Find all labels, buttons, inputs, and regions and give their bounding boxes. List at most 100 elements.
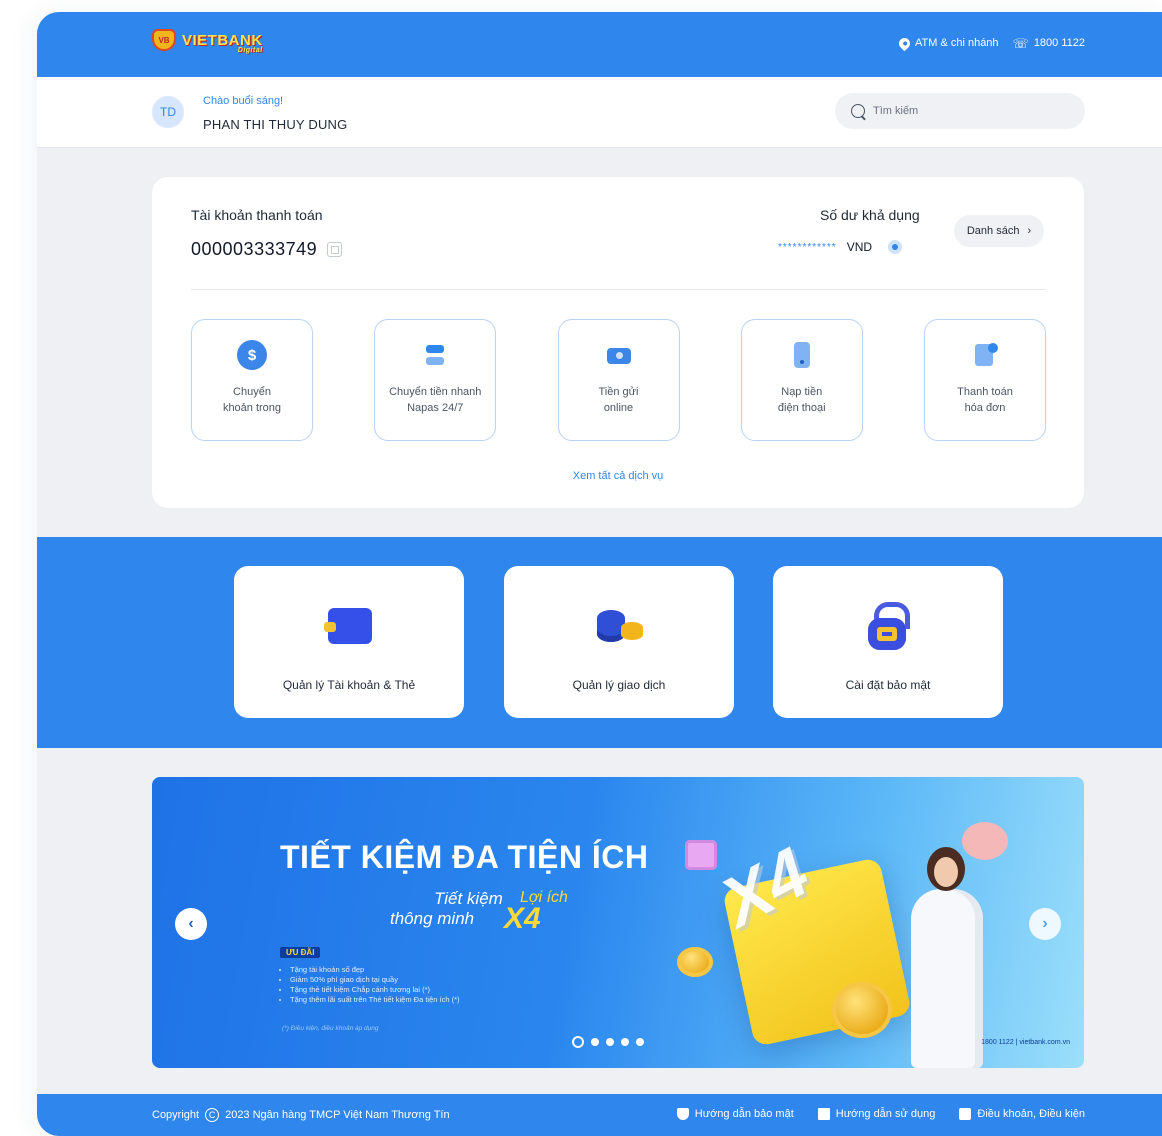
phone-icon: ☏	[1012, 35, 1029, 51]
terms-link[interactable]: Điều khoản, Điều kiện	[959, 1108, 1085, 1120]
shield-icon	[676, 1108, 689, 1120]
coin-icon	[677, 947, 713, 977]
quick-actions-band: Quản lý Tài khoản & Thẻ Quản lý giao dịc…	[37, 537, 1162, 748]
quick-action-label: Quản lý giao dịch	[572, 678, 666, 692]
fast-transfer-icon	[420, 340, 450, 370]
offer-item: Tặng thêm lãi suất trên Thẻ tiết kiệm Đa…	[290, 995, 460, 1005]
deposit-icon	[604, 340, 634, 370]
see-all-services-link[interactable]: Xem tất cả dịch vụ	[152, 470, 1084, 482]
book-icon	[817, 1108, 830, 1120]
copyright-icon: C	[205, 1108, 220, 1122]
carousel-next-button[interactable]: ›	[1029, 908, 1061, 940]
service-napas-transfer[interactable]: Chuyển tiền nhanh Napas 24/7	[374, 319, 497, 441]
atm-branch-link[interactable]: ATM & chi nhánh	[896, 35, 999, 51]
service-bill-payment[interactable]: Thanh toán hóa đơn	[924, 319, 1046, 441]
quick-action-transactions[interactable]: Quản lý giao dịch	[504, 566, 734, 718]
banner-subtitle-1: Tiết kiệm	[434, 889, 503, 908]
carousel-dots	[572, 1036, 644, 1048]
security-guide-label: Hướng dẫn bảo mật	[694, 1108, 794, 1120]
banner-subtitle-2: thông minh	[390, 909, 475, 928]
account-list-button[interactable]: Danh sách ›	[954, 215, 1044, 247]
balance-masked: ************	[778, 241, 837, 253]
greeting-text: Chào buổi sáng!	[203, 95, 284, 107]
offer-item: Tặng tài khoản số đẹp	[290, 965, 460, 975]
logo-wordmark: VIETBANK Digital	[182, 31, 263, 54]
dollar-transfer-icon: $	[237, 340, 267, 370]
account-label: Tài khoản thanh toán	[191, 207, 323, 223]
lock-icon	[862, 600, 914, 652]
wallet-icon	[323, 600, 375, 652]
banner-multiplier: X4	[504, 902, 541, 935]
copyright: Copyright C 2023 Ngân hàng TMCP Việt Nam…	[152, 1108, 450, 1122]
carousel-prev-button[interactable]: ‹	[175, 908, 207, 940]
model-face	[934, 857, 958, 887]
security-guide-link[interactable]: Hướng dẫn bảo mật	[676, 1108, 794, 1120]
currency-label: VND	[846, 240, 873, 254]
account-list-label: Danh sách	[966, 225, 1020, 237]
carousel-dot[interactable]	[621, 1038, 629, 1046]
gift-icon	[685, 840, 717, 870]
chevron-left-icon: ‹	[188, 915, 194, 932]
app-frame: VB VIETBANK Digital ATM & chi nhánh ☏ 18…	[37, 12, 1162, 1136]
copyright-prefix: Copyright	[152, 1109, 200, 1121]
service-label: Chuyển khoản trong	[222, 386, 282, 414]
service-internal-transfer[interactable]: $ Chuyển khoản trong	[191, 319, 313, 441]
model-photo	[897, 847, 997, 1068]
footer-links: Hướng dẫn bảo mật Hướng dẫn sử dụng Điều…	[676, 1108, 1085, 1120]
copy-icon[interactable]	[327, 242, 343, 257]
banner-contact: 1800 1122 | vietbank.com.vn	[981, 1039, 1070, 1046]
search-input[interactable]	[873, 105, 1063, 117]
carousel-dot[interactable]	[591, 1038, 599, 1046]
user-name: PHAN THI THUY DUNG	[203, 117, 348, 132]
search-icon	[851, 104, 865, 118]
bill-icon	[970, 340, 1000, 370]
service-online-deposit[interactable]: Tiền gửi online	[557, 319, 680, 441]
promo-banner[interactable]: X4 TIẾT KIỆM ĐA TIỆN ÍCH Tiết kiệm thông…	[152, 777, 1084, 1068]
phone-topup-icon	[787, 340, 817, 370]
service-label: Thanh toán hóa đơn	[957, 386, 1013, 414]
balance-label: Số dư khả dụng	[820, 207, 920, 223]
hotline-number: 1800 1122	[1033, 37, 1085, 49]
hotline-link[interactable]: ☏ 1800 1122	[1012, 35, 1085, 51]
top-bar: VB VIETBANK Digital ATM & chi nhánh ☏ 18…	[37, 12, 1162, 77]
footer: Copyright C 2023 Ngân hàng TMCP Việt Nam…	[37, 1094, 1162, 1136]
divider	[191, 289, 1046, 290]
carousel-dot[interactable]	[572, 1036, 584, 1048]
offer-note: (*) Điều kiện, điều khoản áp dụng	[282, 1025, 379, 1032]
logo-badge-icon: VB	[152, 29, 176, 51]
quick-action-security[interactable]: Cài đặt bảo mật	[773, 566, 1003, 718]
atm-branch-label: ATM & chi nhánh	[914, 37, 999, 49]
account-number-row: 000003333749	[191, 239, 343, 260]
service-phone-topup[interactable]: Nạp tiền điện thoại	[740, 319, 863, 441]
carousel-dot[interactable]	[636, 1038, 644, 1046]
user-guide-label: Hướng dẫn sử dụng	[835, 1108, 936, 1120]
user-guide-link[interactable]: Hướng dẫn sử dụng	[817, 1108, 936, 1120]
eye-toggle-icon[interactable]	[888, 240, 903, 254]
greeting-bar: TD Chào buổi sáng! PHAN THI THUY DUNG	[37, 77, 1162, 148]
banner-title: TIẾT KIỆM ĐA TIỆN ÍCH	[280, 839, 649, 875]
top-links: ATM & chi nhánh ☏ 1800 1122	[896, 35, 1085, 51]
location-pin-icon	[896, 35, 913, 51]
service-label: Chuyển tiền nhanh Napas 24/7	[389, 386, 482, 414]
carousel-dot[interactable]	[606, 1038, 614, 1046]
copyright-text: 2023 Ngân hàng TMCP Việt Nam Thương Tín	[225, 1109, 450, 1121]
quick-action-label: Cài đặt bảo mật	[845, 678, 931, 692]
quick-action-label: Quản lý Tài khoản & Thẻ	[282, 678, 416, 692]
offer-list: Tặng tài khoản số đẹp Giảm 50% phí giao …	[290, 965, 460, 1005]
avatar[interactable]: TD	[152, 96, 184, 128]
coin-icon	[832, 982, 892, 1038]
service-list: $ Chuyển khoản trong Chuyển tiền nhanh Nap…	[191, 319, 1046, 441]
coins-icon	[593, 600, 645, 652]
offer-item: Tặng thẻ tiết kiệm Chắp cánh tương lai (…	[290, 985, 460, 995]
offer-tag: ƯU ĐÃI	[280, 947, 321, 958]
account-card: Tài khoản thanh toán 000003333749 Số dư …	[152, 177, 1084, 508]
search-box[interactable]	[835, 93, 1085, 129]
service-label: Tiền gửi online	[598, 386, 639, 414]
chevron-right-icon: ›	[1042, 915, 1048, 932]
model-body	[911, 889, 983, 1068]
balance-row: ************ VND	[778, 240, 903, 254]
document-icon	[959, 1108, 972, 1120]
quick-action-accounts-cards[interactable]: Quản lý Tài khoản & Thẻ	[234, 566, 464, 718]
vietbank-logo[interactable]: VB VIETBANK Digital	[152, 29, 263, 54]
service-label: Nạp tiền điện thoại	[777, 386, 826, 414]
